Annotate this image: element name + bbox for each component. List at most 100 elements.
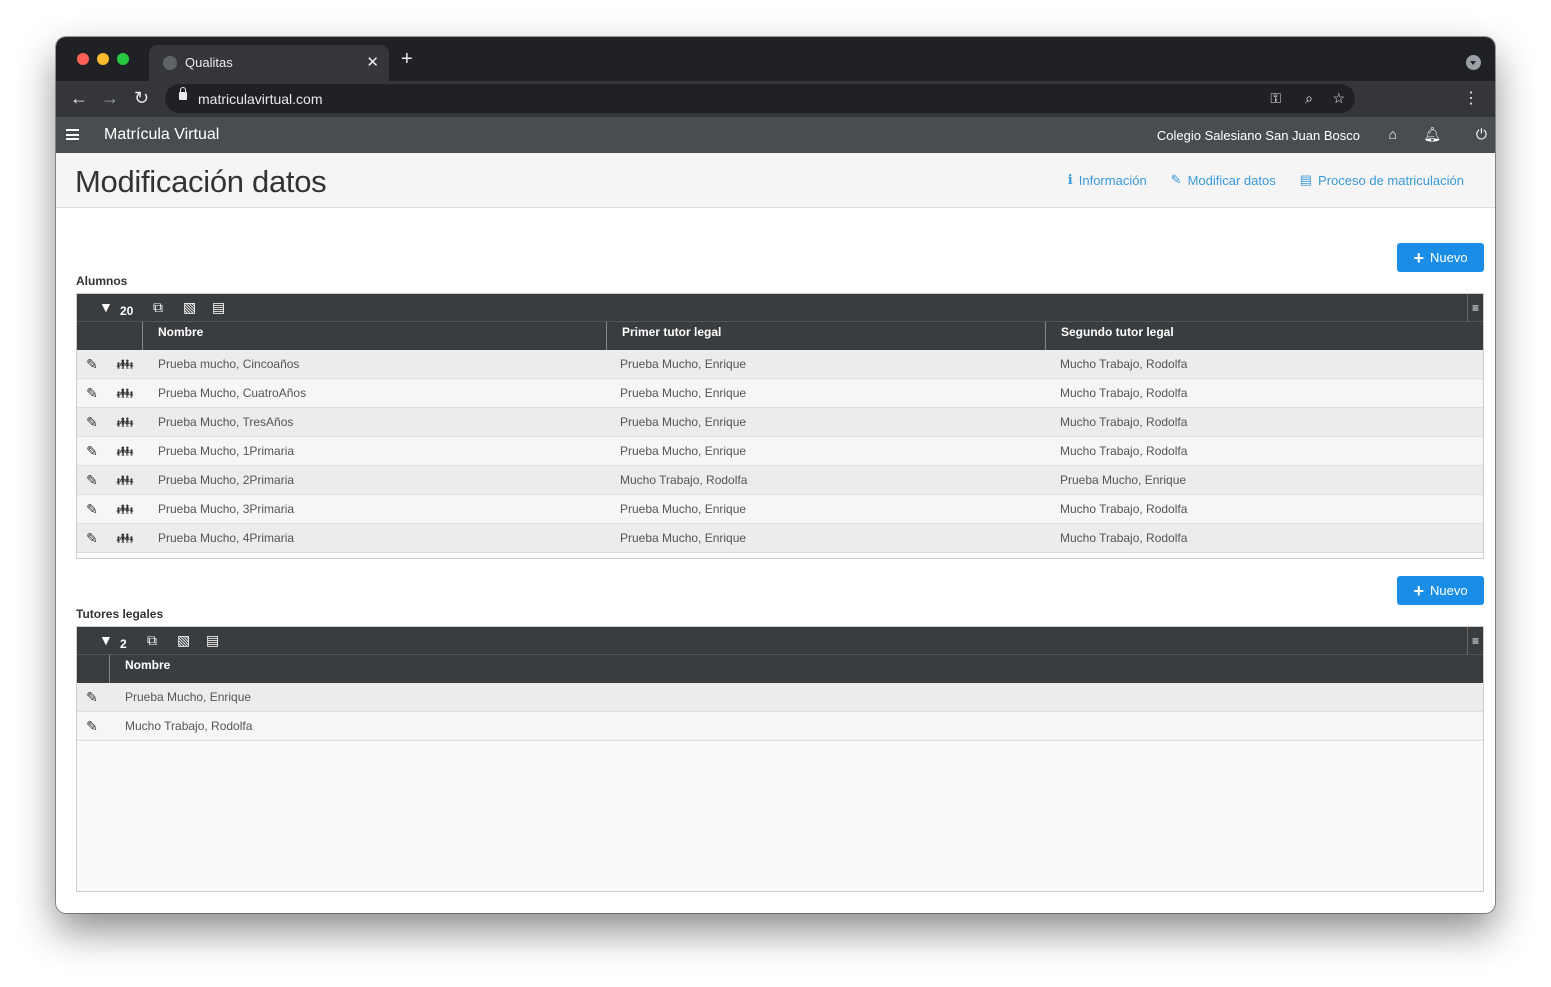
info-icon: i <box>1067 172 1073 188</box>
copy-icon[interactable]: ⧉ <box>147 632 157 649</box>
table-row: ✎ 👪︎ Prueba Mucho, 4Primaria Prueba Much… <box>77 524 1483 553</box>
table-row: ✎ Prueba Mucho, Enrique <box>77 683 1483 712</box>
edit-row-icon[interactable]: ✎ <box>77 414 107 431</box>
family-icon[interactable]: 👪︎ <box>107 385 143 402</box>
browser-menu-icon[interactable]: ⋮ <box>1463 88 1479 108</box>
close-tab-icon[interactable]: ✕ <box>366 53 379 71</box>
cell-nombre: Prueba mucho, Cincoaños <box>158 357 300 371</box>
tab-search-icon[interactable] <box>1466 55 1481 70</box>
header-links: i Información ✎ Modificar datos ▤ Proces… <box>1068 172 1464 188</box>
cell-segundo-tutor: Mucho Trabajo, Rodolfa <box>1060 415 1188 429</box>
table-row: ✎ 👪︎ Prueba Mucho, CuatroAños Prueba Muc… <box>77 379 1483 408</box>
cell-segundo-tutor: Mucho Trabajo, Rodolfa <box>1060 357 1188 371</box>
actions-column-header <box>77 655 110 683</box>
cell-nombre: Prueba Mucho, 2Primaria <box>158 473 295 487</box>
power-icon[interactable]: ⏻ <box>1476 126 1487 143</box>
grid-menu-icon[interactable]: ≡ <box>1467 627 1483 655</box>
tutores-grid: ▼ 2 ⧉ ▧ ▤ ≡ Nombre ✎ Prueba Mucho, Enriq… <box>76 626 1484 892</box>
new-tab-icon[interactable]: + <box>401 49 413 69</box>
home-icon[interactable]: ⌂ <box>1389 126 1397 142</box>
table-row: ✎ 👪︎ Prueba Mucho, 3Primaria Prueba Much… <box>77 495 1483 524</box>
cell-primer-tutor: Mucho Trabajo, Rodolfa <box>620 473 748 487</box>
alumnos-new-button[interactable]: + Nuevo <box>1397 243 1484 272</box>
address-bar[interactable]: matriculavirtual.com ⚿ ⌕ ☆ <box>165 84 1355 113</box>
tutores-label: Tutores legales <box>76 607 164 621</box>
cell-segundo-tutor: Mucho Trabajo, Rodolfa <box>1060 531 1188 545</box>
modificar-datos-link[interactable]: ✎ Modificar datos <box>1171 172 1276 188</box>
informacion-link[interactable]: i Información <box>1068 172 1147 188</box>
document-icon[interactable]: ▤ <box>212 299 225 316</box>
family-icon[interactable]: 👪︎ <box>107 530 143 547</box>
table-row: ✎ 👪︎ Prueba Mucho, TresAños Prueba Mucho… <box>77 408 1483 437</box>
edit-row-icon[interactable]: ✎ <box>77 356 107 373</box>
browser-tab[interactable]: Qualitas ✕ <box>149 45 389 81</box>
edit-row-icon[interactable]: ✎ <box>77 385 107 402</box>
zoom-icon[interactable]: ⌕ <box>1305 90 1313 107</box>
forward-icon[interactable]: → <box>101 87 119 109</box>
cell-primer-tutor: Prueba Mucho, Enrique <box>620 444 747 458</box>
proceso-matriculacion-link[interactable]: ▤ Proceso de matriculación <box>1300 172 1464 188</box>
family-icon[interactable]: 👪︎ <box>107 414 143 431</box>
cell-segundo-tutor: Mucho Trabajo, Rodolfa <box>1060 386 1188 400</box>
filter-icon[interactable]: ▼ <box>99 299 113 315</box>
cell-nombre: Mucho Trabajo, Rodolfa <box>125 719 253 733</box>
bell-icon[interactable]: 🔔︎ <box>1423 126 1441 143</box>
alumnos-label: Alumnos <box>76 274 128 288</box>
column-header-segundo-tutor[interactable]: Segundo tutor legal <box>1046 322 1483 350</box>
alumnos-grid-body: ✎ 👪︎ Prueba mucho, Cincoaños Prueba Much… <box>77 350 1483 553</box>
tutores-filter-count: 2 <box>120 637 127 651</box>
plus-icon: + <box>1413 247 1424 268</box>
family-icon[interactable]: 👪︎ <box>107 356 143 373</box>
column-header-nombre[interactable]: Nombre <box>110 655 1483 683</box>
tutores-new-button[interactable]: + Nuevo <box>1397 576 1484 605</box>
plus-icon: + <box>1413 580 1424 601</box>
actions-column-header <box>77 322 143 350</box>
close-window-button[interactable] <box>77 53 89 65</box>
edit-row-icon[interactable]: ✎ <box>77 718 107 735</box>
cell-primer-tutor: Prueba Mucho, Enrique <box>620 415 747 429</box>
cell-primer-tutor: Prueba Mucho, Enrique <box>620 502 747 516</box>
edit-row-icon[interactable]: ✎ <box>77 530 107 547</box>
school-name[interactable]: Colegio Salesiano San Juan Bosco <box>1157 128 1360 143</box>
filter-icon[interactable]: ▼ <box>99 632 113 648</box>
edit-row-icon[interactable]: ✎ <box>77 501 107 518</box>
tab-strip: Qualitas ✕ + <box>56 37 1495 81</box>
cell-segundo-tutor: Mucho Trabajo, Rodolfa <box>1060 444 1188 458</box>
cell-nombre: Prueba Mucho, CuatroAños <box>158 386 307 400</box>
document-icon[interactable]: ▤ <box>206 632 219 649</box>
alumnos-filter-count: 20 <box>120 304 134 318</box>
column-header-nombre[interactable]: Nombre <box>143 322 607 350</box>
bookmark-star-icon[interactable]: ☆ <box>1332 90 1345 107</box>
grid-menu-icon[interactable]: ≡ <box>1467 294 1483 322</box>
table-row: ✎ 👪︎ Prueba mucho, Cincoaños Prueba Much… <box>77 350 1483 379</box>
proceso-matriculacion-label: Proceso de matriculación <box>1318 172 1464 188</box>
edit-row-icon[interactable]: ✎ <box>77 443 107 460</box>
modificar-datos-label: Modificar datos <box>1187 172 1276 188</box>
pdf-icon[interactable]: ▧ <box>177 632 190 649</box>
family-icon[interactable]: 👪︎ <box>107 472 143 489</box>
table-row: ✎ Mucho Trabajo, Rodolfa <box>77 712 1483 741</box>
copy-icon[interactable]: ⧉ <box>153 299 163 316</box>
hamburger-menu-icon[interactable] <box>66 129 79 140</box>
browser-toolbar: ← → ↻ matriculavirtual.com ⚿ ⌕ ☆ ⋮ <box>56 81 1495 117</box>
informacion-label: Información <box>1078 172 1147 188</box>
alumnos-grid: ▼ 20 ⧉ ▧ ▤ ≡ Nombre Primer tutor legal S… <box>76 293 1484 559</box>
edit-row-icon[interactable]: ✎ <box>77 689 107 706</box>
key-icon[interactable]: ⚿ <box>1270 90 1281 107</box>
minimize-window-button[interactable] <box>97 53 109 65</box>
family-icon[interactable]: 👪︎ <box>107 443 143 460</box>
reload-icon[interactable]: ↻ <box>134 87 149 109</box>
maximize-window-button[interactable] <box>117 53 129 65</box>
browser-window: Qualitas ✕ + ← → ↻ matriculavirtual.com … <box>56 37 1495 913</box>
edit-row-icon[interactable]: ✎ <box>77 472 107 489</box>
back-icon[interactable]: ← <box>70 87 88 109</box>
cell-segundo-tutor: Mucho Trabajo, Rodolfa <box>1060 502 1188 516</box>
pdf-icon[interactable]: ▧ <box>183 299 196 316</box>
family-icon[interactable]: 👪︎ <box>107 501 143 518</box>
table-row: ✎ 👪︎ Prueba Mucho, 1Primaria Prueba Much… <box>77 437 1483 466</box>
alumnos-new-label: Nuevo <box>1429 250 1468 265</box>
column-header-primer-tutor[interactable]: Primer tutor legal <box>607 322 1046 350</box>
page-header: Modificación datos i Información ✎ Modif… <box>56 153 1495 208</box>
tab-title: Qualitas <box>185 55 233 70</box>
tutores-grid-header: Nombre <box>77 655 1483 683</box>
